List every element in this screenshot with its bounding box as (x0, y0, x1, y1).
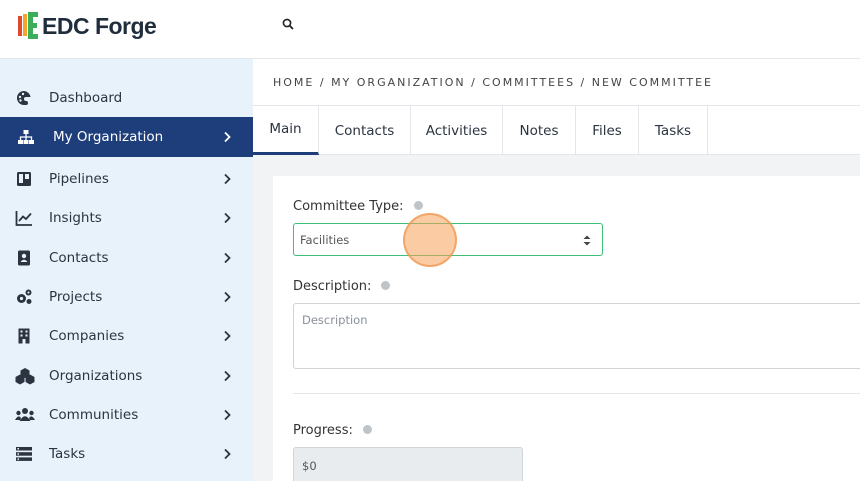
sidebar-item-communities[interactable]: Communities (0, 395, 253, 435)
description-label: Description: (293, 279, 391, 294)
sidebar-item-tasks[interactable]: Tasks (0, 434, 253, 474)
sidebar-item-label: Companies (49, 328, 125, 344)
users-icon (15, 408, 35, 421)
breadcrumb-bar: HOME / MY ORGANIZATION / COMMITTEES / NE… (253, 59, 860, 106)
sidebar-item-pipelines[interactable]: Pipelines (0, 159, 253, 199)
brand-logo[interactable]: EDC Forge (18, 12, 157, 40)
progress-label-text: Progress: (293, 423, 353, 438)
cogs-icon (17, 289, 32, 304)
sidebar-item-projects[interactable]: Projects (0, 277, 253, 317)
tasks-icon (16, 447, 32, 461)
board-icon (17, 172, 31, 186)
chevron-right-icon (224, 212, 231, 224)
tab-main[interactable]: Main (253, 106, 319, 155)
sidebar-item-label: My Organization (53, 129, 164, 145)
edc-logo-icon (18, 12, 38, 39)
sidebar-item-label: Dashboard (49, 90, 123, 106)
tab-files[interactable]: Files (576, 106, 639, 155)
brand-name: EDC Forge (42, 12, 157, 39)
sidebar-item-organizations[interactable]: Organizations (0, 356, 253, 396)
org-chart-icon (18, 130, 34, 144)
description-textarea[interactable]: Description (293, 303, 860, 369)
tab-activities[interactable]: Activities (411, 106, 503, 155)
committee-form: Committee Type: Facilities Description: … (273, 176, 860, 481)
chart-line-icon (15, 211, 32, 226)
committee-type-label-text: Committee Type: (293, 199, 404, 214)
committee-type-label: Committee Type: (293, 199, 423, 214)
info-icon[interactable] (413, 201, 423, 210)
progress-value: $0 (302, 459, 317, 473)
chevron-right-icon (224, 409, 231, 421)
sidebar-item-label: Pipelines (49, 171, 109, 187)
info-icon[interactable] (381, 281, 391, 290)
progress-input[interactable]: $0 (293, 447, 523, 481)
chevron-right-icon (224, 370, 231, 382)
cubes-icon (15, 368, 35, 385)
main-content: HOME / MY ORGANIZATION / COMMITTEES / NE… (253, 59, 860, 481)
palette-icon (17, 91, 31, 105)
tab-notes[interactable]: Notes (503, 106, 576, 155)
tab-contacts[interactable]: Contacts (319, 106, 411, 155)
chevron-right-icon (224, 131, 231, 143)
sidebar-item-label: Contacts (49, 250, 109, 266)
tab-bar: Main Contacts Activities Notes Files Tas… (253, 106, 860, 155)
sidebar: Dashboard My Organization Pipelines Insi… (0, 59, 253, 481)
sidebar-item-label: Communities (49, 407, 139, 423)
search-icon[interactable] (280, 16, 298, 34)
committee-type-value: Facilities (300, 233, 350, 247)
tab-tasks[interactable]: Tasks (639, 106, 708, 155)
sidebar-item-label: Insights (49, 210, 102, 226)
top-bar: EDC Forge (0, 0, 860, 59)
chevron-right-icon (224, 252, 231, 264)
progress-label: Progress: (293, 423, 372, 438)
contact-card-icon (18, 250, 30, 266)
description-label-text: Description: (293, 279, 372, 294)
chevron-right-icon (224, 291, 231, 303)
sidebar-item-dashboard[interactable]: Dashboard (0, 78, 253, 118)
sidebar-item-my-organization[interactable]: My Organization (0, 117, 253, 157)
description-placeholder: Description (302, 313, 368, 327)
chevron-right-icon (224, 448, 231, 460)
select-arrows-icon (583, 235, 591, 246)
sidebar-item-label: Organizations (49, 368, 143, 384)
sidebar-item-insights[interactable]: Insights (0, 198, 253, 238)
committee-type-select[interactable]: Facilities (293, 223, 603, 256)
sidebar-item-label: Projects (49, 289, 103, 305)
chevron-right-icon (224, 330, 231, 342)
section-divider (293, 393, 860, 394)
sidebar-item-companies[interactable]: Companies (0, 316, 253, 356)
building-icon (18, 328, 30, 344)
sidebar-item-contacts[interactable]: Contacts (0, 238, 253, 278)
chevron-right-icon (224, 173, 231, 185)
breadcrumb[interactable]: HOME / MY ORGANIZATION / COMMITTEES / NE… (273, 76, 713, 89)
info-icon[interactable] (362, 425, 372, 434)
sidebar-item-label: Tasks (49, 446, 86, 462)
